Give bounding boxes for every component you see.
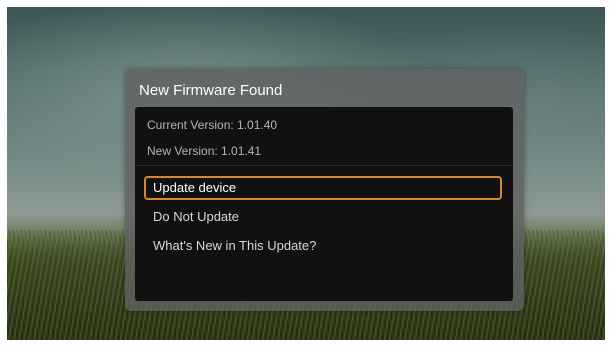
- divider: [135, 165, 513, 166]
- new-version-text: New Version: 1.01.41: [147, 144, 262, 158]
- do-not-update-option[interactable]: Do Not Update: [144, 205, 502, 229]
- current-version-text: Current Version: 1.01.40: [147, 118, 278, 132]
- background-screen: New Firmware Found Current Version: 1.01…: [7, 7, 605, 340]
- firmware-dialog: New Firmware Found Current Version: 1.01…: [125, 69, 524, 311]
- whats-new-option[interactable]: What's New in This Update?: [144, 234, 502, 258]
- update-device-option[interactable]: Update device: [144, 176, 502, 200]
- dialog-title: New Firmware Found: [139, 82, 283, 99]
- dialog-panel: Current Version: 1.01.40 New Version: 1.…: [135, 107, 513, 301]
